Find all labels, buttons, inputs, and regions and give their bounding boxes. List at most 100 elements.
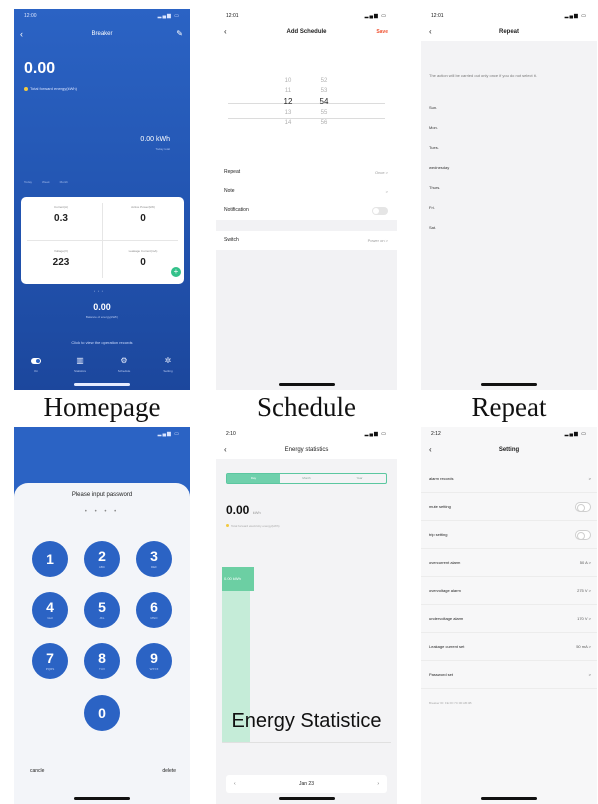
status-bar: ▂▄▆ ▭ [14, 427, 190, 441]
operation-records-link[interactable]: Click to view the operation records [14, 340, 190, 345]
key-2[interactable]: 2 ABC [84, 541, 120, 577]
caption-repeat: Repeat [471, 392, 547, 422]
signal-battery-icon: ▂▄▆ ▭ [364, 13, 387, 19]
cancel-button[interactable]: cancle [30, 768, 44, 774]
key-digit: 2 [98, 548, 106, 564]
repeat-note: The action will be carried out only once… [429, 73, 537, 78]
row-label: trip setting [429, 532, 448, 537]
caption-schedule: Schedule [257, 392, 356, 422]
back-icon[interactable]: ‹ [429, 23, 432, 41]
repeat-row[interactable]: Repeat Once > [216, 163, 397, 182]
edit-icon[interactable]: ✎ [176, 27, 183, 41]
nav-item-switch[interactable]: On [21, 356, 51, 382]
note-row[interactable]: Note > [216, 182, 397, 201]
key-letters: DEF [151, 565, 157, 569]
page-title: Add Schedule [286, 29, 327, 35]
time-picker[interactable]: 10 11 12 13 14 52 53 54 55 56 [216, 41, 397, 163]
row-label: mute setting [429, 504, 451, 509]
delete-button[interactable]: delete [162, 768, 176, 774]
hour-wheel[interactable]: 10 11 12 13 14 [276, 76, 300, 128]
tab-week[interactable]: Week [42, 180, 50, 184]
home-indicator [74, 383, 130, 386]
tab-day[interactable]: Day [227, 474, 280, 483]
schedule-screen: 12:01 ▂▄▆ ▭ ‹ Add Schedule Save 10 11 12… [216, 9, 397, 390]
day-option[interactable]: Fri. [429, 205, 435, 210]
switch-icon [21, 356, 51, 366]
back-icon[interactable]: ‹ [224, 23, 227, 41]
tab-month[interactable]: Month [60, 180, 68, 184]
row-value: 50 mA > [576, 644, 591, 649]
tab-year[interactable]: Year [333, 474, 386, 483]
period-segment: Day Month Year [226, 473, 387, 484]
key-9[interactable]: 9 WXYZ [136, 643, 172, 679]
back-icon[interactable]: ‹ [20, 27, 23, 41]
back-icon[interactable]: ‹ [224, 441, 227, 459]
nav-item-statistics[interactable]: ▥ Statistics [65, 356, 95, 382]
day-option[interactable]: Thurs. [429, 185, 440, 190]
prev-date-icon[interactable]: ‹ [234, 775, 236, 793]
key-digit: 7 [46, 650, 54, 666]
setting-screen: 2:12 ▂▄▆ ▭ ‹ Setting alarm records > mut… [421, 427, 597, 804]
save-button[interactable]: Save [376, 23, 388, 41]
metric-value: 0 [140, 257, 146, 268]
row-label: undervoltage alarm [429, 616, 464, 621]
home-indicator [278, 383, 335, 386]
password-title: Please input password [71, 492, 133, 498]
energy-note-text: Total forward electricity energy(kWh) [231, 524, 280, 528]
date-selector: ‹ Jan 23 › [226, 775, 387, 793]
status-time: 12:00 [24, 13, 37, 19]
page-title: Setting [498, 447, 520, 453]
switch-row[interactable]: Switch Power on > [216, 231, 397, 250]
notification-toggle[interactable] [372, 207, 388, 215]
day-option[interactable]: Mon. [429, 125, 438, 130]
minute-wheel[interactable]: 52 53 54 55 56 [312, 76, 336, 128]
day-option[interactable]: Tues. [429, 145, 439, 150]
plus-icon[interactable]: + [171, 267, 181, 277]
key-6[interactable]: 6 MNO [136, 592, 172, 628]
day-option[interactable]: wednesday [429, 165, 449, 170]
key-4[interactable]: 4 GHI [32, 592, 68, 628]
key-digit: 0 [98, 705, 106, 721]
key-1[interactable]: 1 [32, 541, 68, 577]
trip-toggle[interactable] [575, 530, 591, 540]
indicator-dot-icon [226, 524, 229, 527]
leakage-current-row[interactable]: Leakage current set 50 mA > [421, 633, 597, 661]
minute-option: 52 [320, 78, 328, 84]
day-option[interactable]: Sun. [429, 105, 437, 110]
status-bar: 12:00 ▂▄▆ ▭ [14, 9, 190, 23]
metric-label: Leakage Current(mA) [128, 249, 158, 253]
status-time: 12:01 [226, 13, 239, 19]
status-time: 2:12 [431, 431, 441, 437]
tab-month[interactable]: Month [280, 474, 333, 483]
next-date-icon[interactable]: › [377, 775, 379, 793]
key-7[interactable]: 7 PQRS [32, 643, 68, 679]
password-screen: ▂▄▆ ▭ Please input password • • • • 1 2A… [14, 427, 190, 804]
key-0[interactable]: 0 [84, 695, 120, 731]
overcurrent-alarm-row[interactable]: overcurrent alarm 50 A > [421, 549, 597, 577]
row-value: 275 V > [577, 588, 591, 593]
minute-selected: 54 [319, 97, 329, 106]
homepage-screen: 12:00 ▂▄▆ ▭ ‹ Breaker ✎ 0.00 Total forwa… [14, 9, 190, 390]
energy-note: Total forward electricity energy(kWh) [226, 524, 280, 528]
key-5[interactable]: 5 JKL [84, 592, 120, 628]
nav-item-setting[interactable]: ✲ Setting [153, 356, 183, 382]
hour-option: 14 [284, 120, 292, 126]
password-set-row[interactable]: Password set > [421, 661, 597, 689]
metric-label: Voltage(V) [53, 249, 68, 253]
setting-icon: ✲ [164, 356, 172, 365]
metric-label: Active Power(kW) [131, 205, 155, 209]
schedule-icon: ⚙ [120, 356, 128, 365]
day-option[interactable]: Sat. [429, 225, 436, 230]
alarm-records-row[interactable]: alarm records > [421, 465, 597, 493]
notification-row: Notification [216, 201, 397, 220]
energy-number: 0.00 [226, 503, 250, 517]
undervoltage-alarm-row[interactable]: undervoltage alarm 170 V > [421, 605, 597, 633]
key-8[interactable]: 8 TUV [84, 643, 120, 679]
mute-toggle[interactable] [575, 502, 591, 512]
key-3[interactable]: 3 DEF [136, 541, 172, 577]
back-icon[interactable]: ‹ [429, 441, 432, 459]
nav-item-schedule[interactable]: ⚙ Schedule [109, 356, 139, 382]
overvoltage-alarm-row[interactable]: overvoltage alarm 275 V > [421, 577, 597, 605]
tab-today[interactable]: Today [24, 180, 32, 184]
status-bar: 2:10 ▂▄▆ ▭ [216, 427, 397, 441]
